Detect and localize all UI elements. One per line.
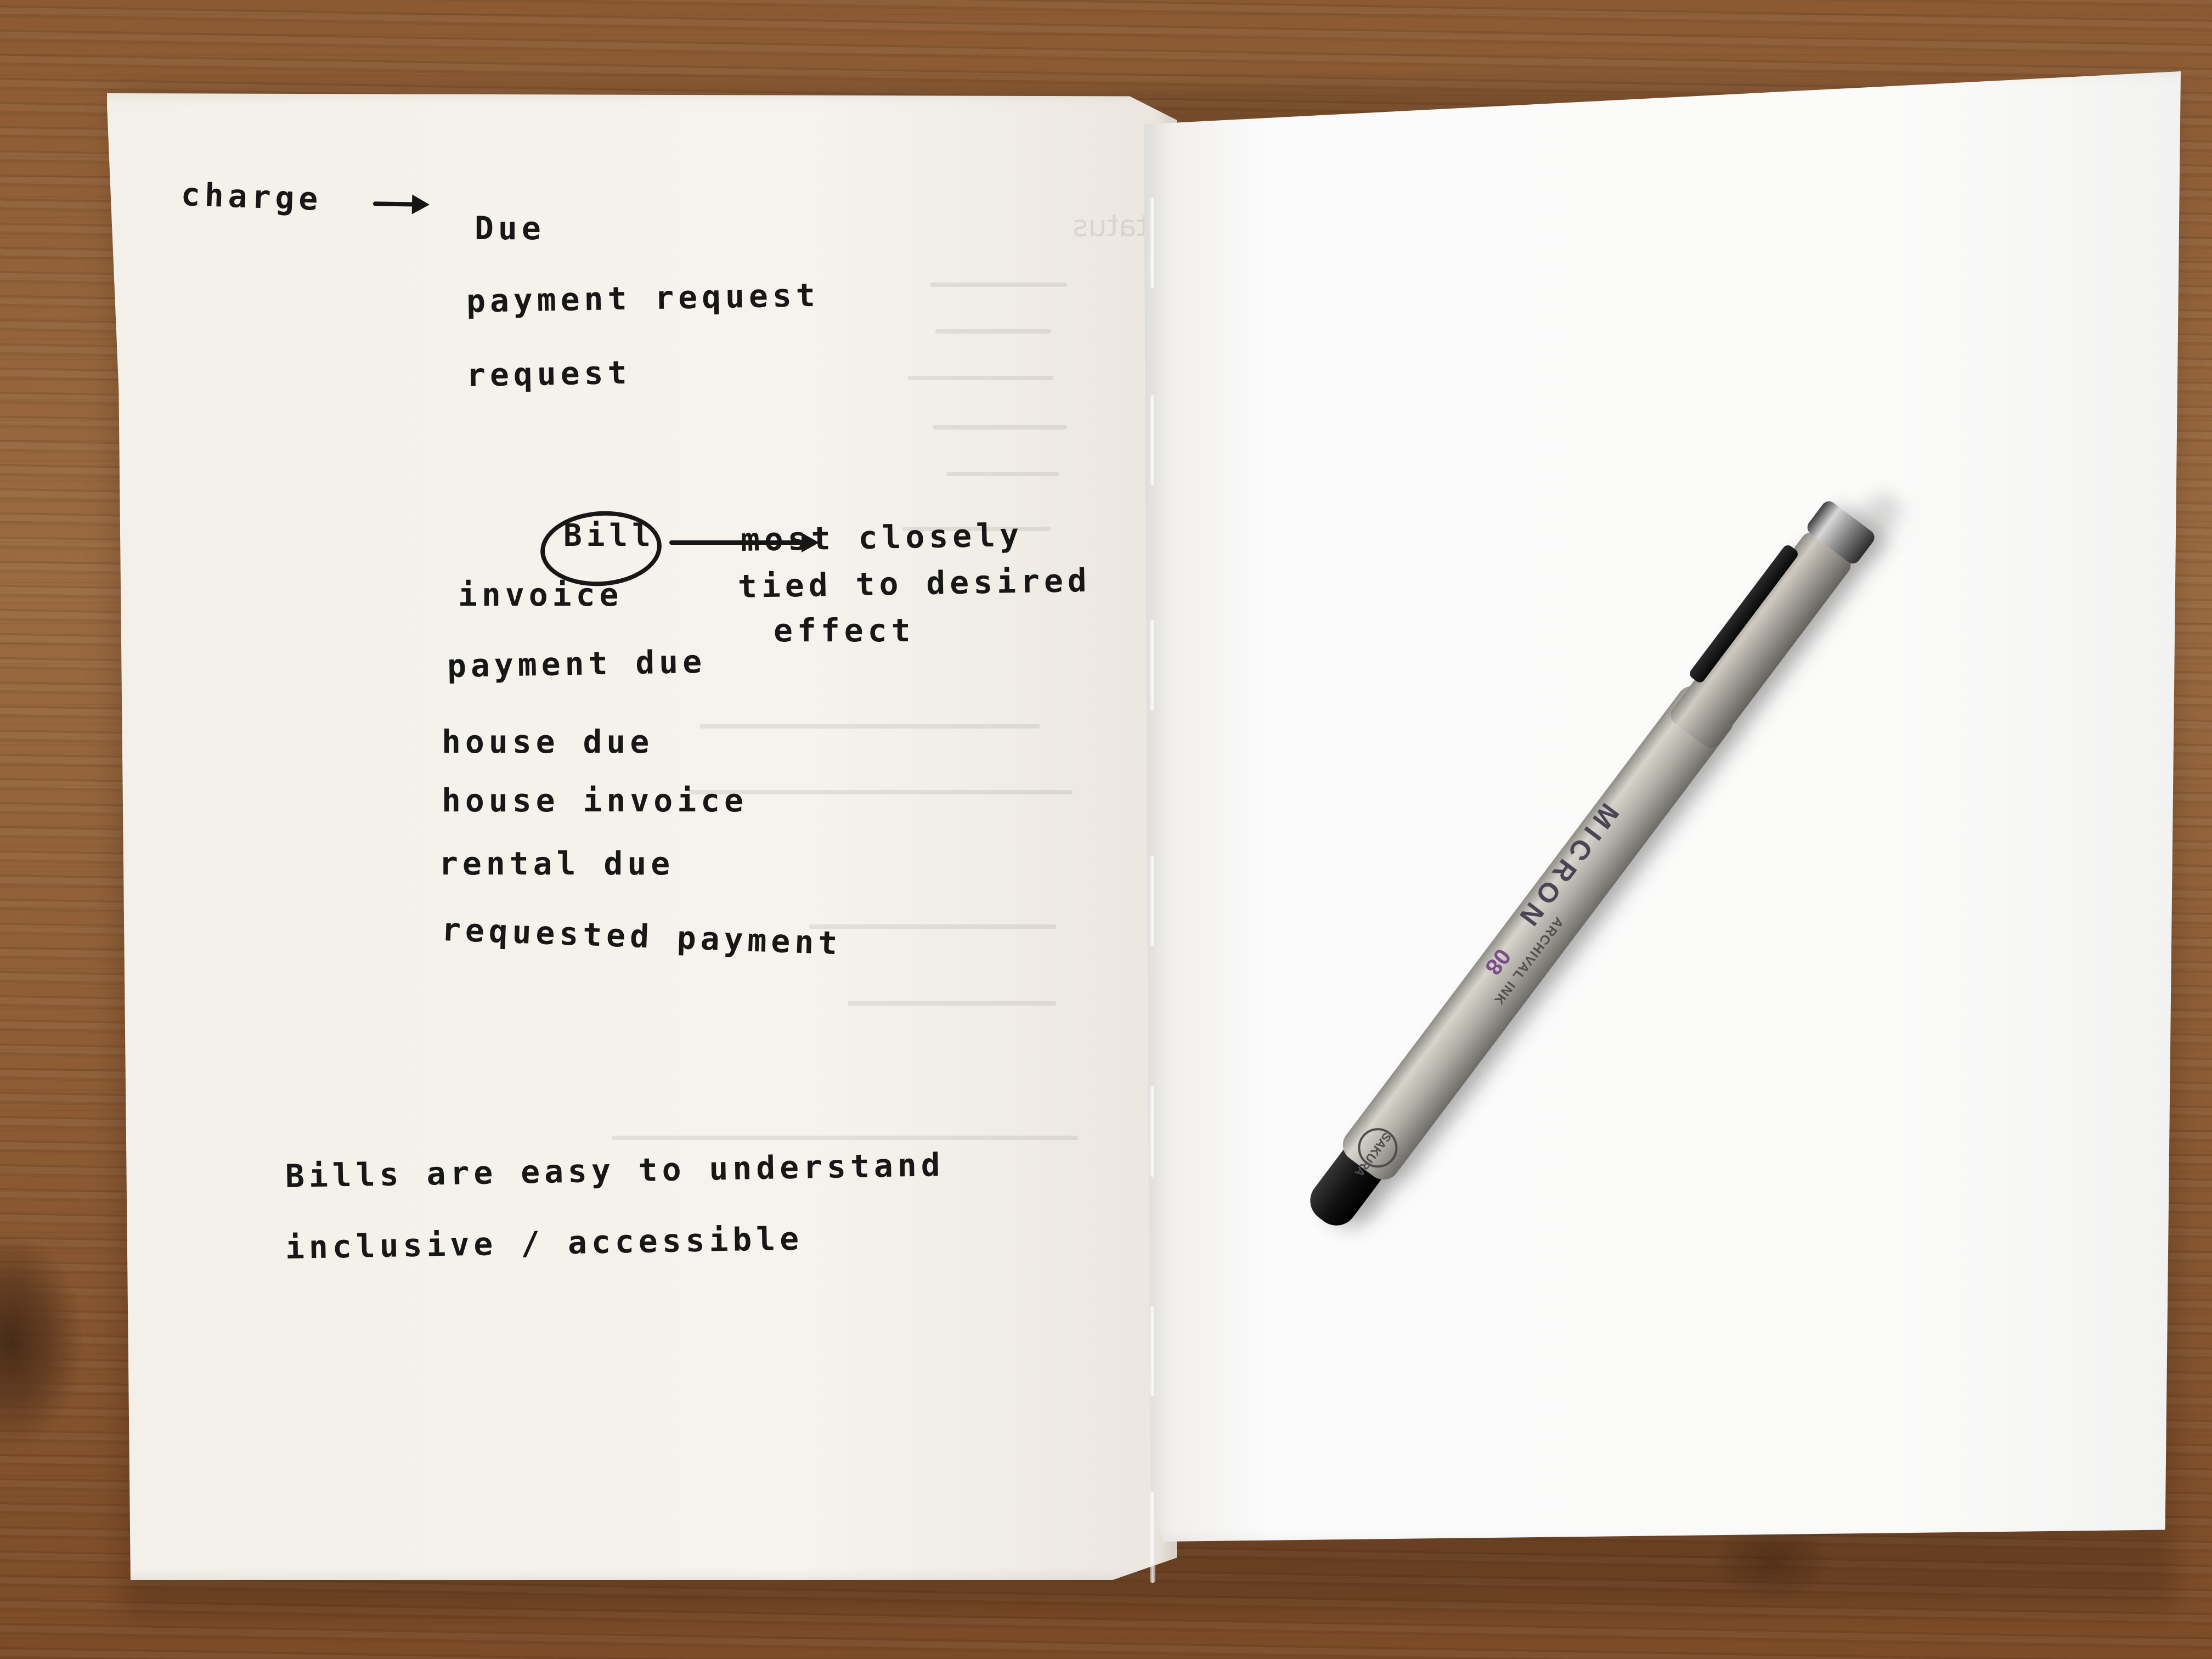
note-due: Due xyxy=(475,210,545,247)
note-requested-payment: requested payment xyxy=(441,911,843,962)
wood-knot xyxy=(0,1234,82,1448)
left-notebook-page: status charge Due payment request reques… xyxy=(107,93,1177,1580)
note-invoice: invoice xyxy=(458,576,623,613)
ghost-line xyxy=(933,425,1067,430)
ghost-line xyxy=(848,1001,1056,1006)
note-bill-comment-3: effect xyxy=(774,612,915,649)
ghost-line xyxy=(809,924,1056,929)
arrow-charge-to-due xyxy=(373,201,420,207)
binding-stitch xyxy=(1150,395,1155,486)
note-bill-comment-2: tied to desired xyxy=(737,561,1092,605)
binding-stitch xyxy=(1150,198,1155,288)
binding-stitch xyxy=(1150,856,1155,946)
note-payment-due: payment due xyxy=(447,642,707,685)
binding-stitch xyxy=(1150,1086,1155,1177)
binding-stitch xyxy=(1150,620,1155,710)
binding-stitch xyxy=(1150,1306,1155,1396)
note-rental-due: rental due xyxy=(439,845,675,882)
ghost-line xyxy=(930,283,1067,287)
note-payment-request: payment request xyxy=(466,276,820,320)
note-house-invoice: house invoice xyxy=(442,782,748,819)
note-inclusive-accessible: inclusive / accessible xyxy=(285,1220,804,1266)
note-bill: Bill xyxy=(563,518,655,554)
note-house-due: house due xyxy=(442,723,654,760)
note-request: request xyxy=(466,353,631,394)
ghost-line xyxy=(946,472,1059,476)
ghost-line xyxy=(612,1136,1078,1140)
ghost-line xyxy=(908,376,1053,380)
ghost-line xyxy=(935,329,1051,334)
note-bill-comment-1: most closely xyxy=(740,516,1024,558)
note-bills-easy: Bills are easy to understand xyxy=(285,1146,945,1195)
binding-stitch xyxy=(1150,1492,1155,1583)
note-charge: charge xyxy=(180,176,323,218)
ghost-line xyxy=(699,724,1040,729)
